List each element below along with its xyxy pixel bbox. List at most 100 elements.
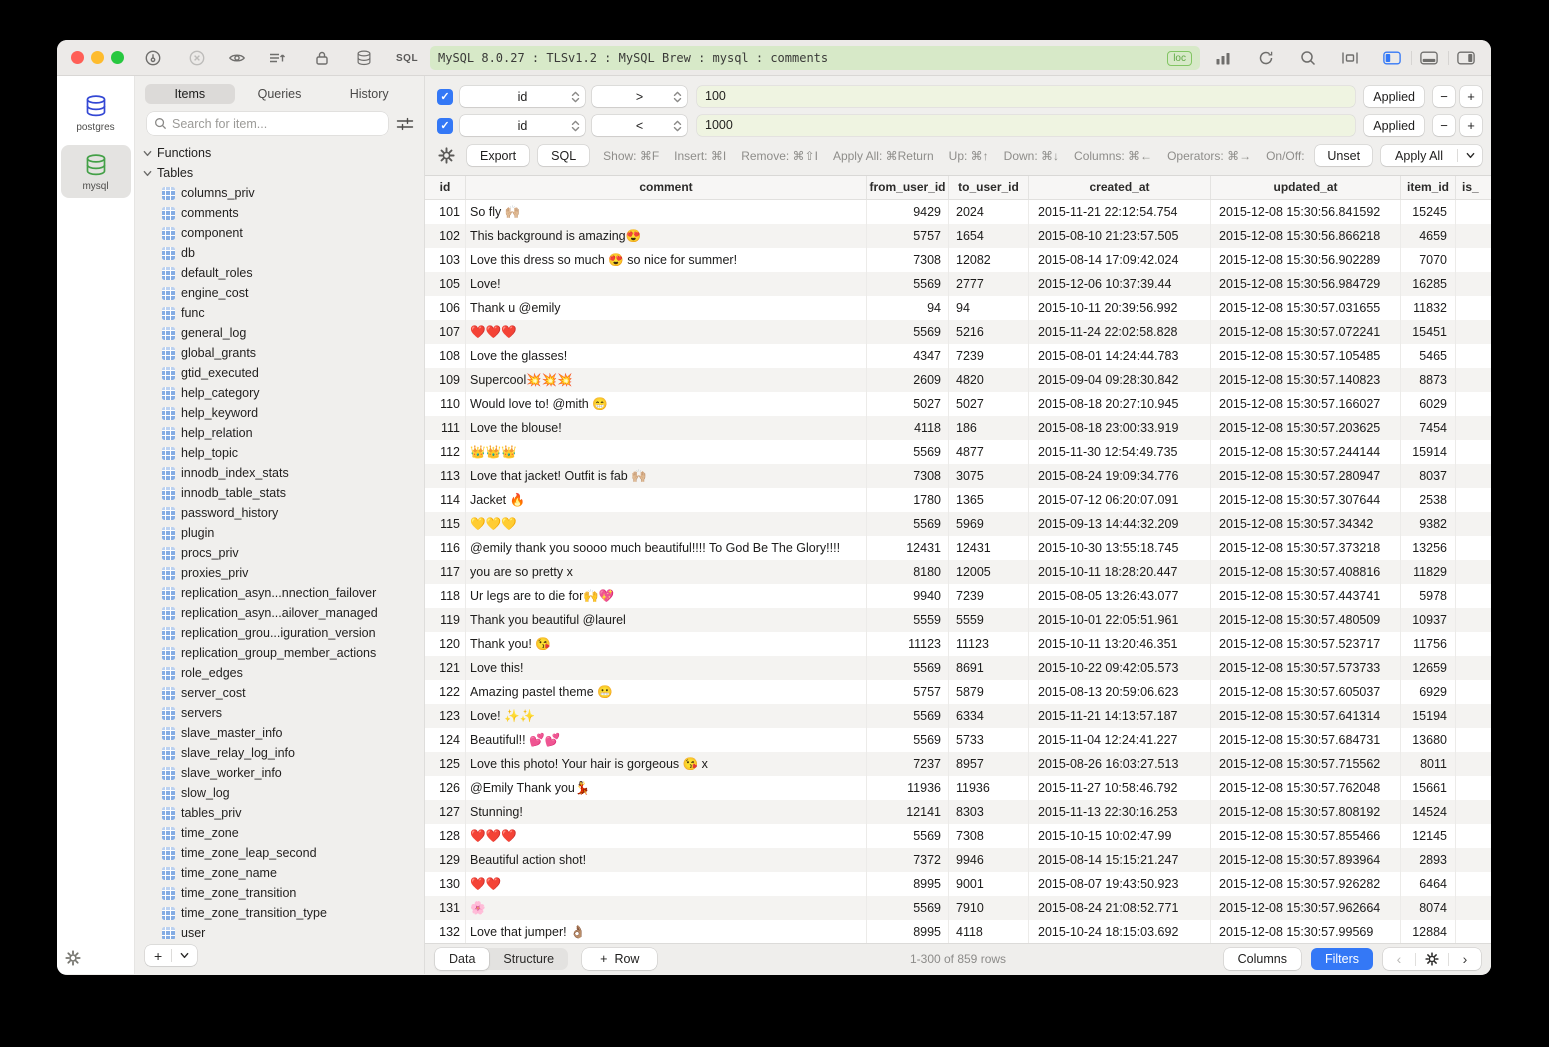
sidebar-item-table[interactable]: gtid_executed xyxy=(135,363,424,383)
cell-from[interactable]: 5569 xyxy=(867,704,949,728)
sidebar-item-table[interactable]: replication_asyn...nnection_failover xyxy=(135,583,424,603)
cell-created[interactable]: 2015-07-12 06:20:07.091 xyxy=(1029,488,1211,512)
cell-updated[interactable]: 2015-12-08 15:30:57.072241 xyxy=(1211,320,1401,344)
column-header-id[interactable]: id xyxy=(425,176,466,199)
cell-id[interactable]: 120 xyxy=(425,632,466,656)
cell-item[interactable]: 8037 xyxy=(1401,464,1456,488)
column-header-is[interactable]: is_ xyxy=(1456,176,1491,199)
table-row[interactable]: 130❤️❤️899590012015-08-07 19:43:50.92320… xyxy=(425,872,1491,896)
sidebar-item-table[interactable]: role_edges xyxy=(135,663,424,683)
cell-comment[interactable]: ❤️❤️❤️ xyxy=(466,824,867,848)
column-header-comment[interactable]: comment xyxy=(466,176,867,199)
filter-enabled-checkbox[interactable]: ✓ xyxy=(437,89,453,105)
chart-icon[interactable] xyxy=(1214,49,1232,67)
sidebar-item-table[interactable]: engine_cost xyxy=(135,283,424,303)
tables-section[interactable]: Tables xyxy=(135,163,424,183)
cell-updated[interactable]: 2015-12-08 15:30:57.307644 xyxy=(1211,488,1401,512)
cell-created[interactable]: 2015-10-11 13:20:46.351 xyxy=(1029,632,1211,656)
cell-updated[interactable]: 2015-12-08 15:30:57.641314 xyxy=(1211,704,1401,728)
cell-to[interactable]: 11123 xyxy=(949,632,1029,656)
cell-from[interactable]: 5569 xyxy=(867,824,949,848)
cell-to[interactable]: 5216 xyxy=(949,320,1029,344)
cell-comment[interactable]: Jacket 🔥 xyxy=(466,488,867,512)
filters-button[interactable]: Filters xyxy=(1311,948,1373,970)
zoom-window-button[interactable] xyxy=(111,51,124,64)
sidebar-item-table[interactable]: db xyxy=(135,243,424,263)
cell-to[interactable]: 12082 xyxy=(949,248,1029,272)
toggle-left-panel-icon[interactable] xyxy=(1383,49,1401,67)
sidebar-item-table[interactable]: component xyxy=(135,223,424,243)
cell-id[interactable]: 108 xyxy=(425,344,466,368)
cell-to[interactable]: 1365 xyxy=(949,488,1029,512)
cell-id[interactable]: 116 xyxy=(425,536,466,560)
cell-updated[interactable]: 2015-12-08 15:30:57.99569 xyxy=(1211,920,1401,943)
cell-created[interactable]: 2015-11-24 22:02:58.828 xyxy=(1029,320,1211,344)
cell-to[interactable]: 7910 xyxy=(949,896,1029,920)
minimize-window-button[interactable] xyxy=(91,51,104,64)
cell-is[interactable] xyxy=(1456,368,1491,392)
add-filter-button[interactable]: + xyxy=(1460,115,1482,136)
cell-comment[interactable]: Amazing pastel theme 😬 xyxy=(466,680,867,704)
cell-id[interactable]: 129 xyxy=(425,848,466,872)
cell-created[interactable]: 2015-08-18 23:00:33.919 xyxy=(1029,416,1211,440)
cell-comment[interactable]: @emily thank you soooo much beautiful!!!… xyxy=(466,536,867,560)
cell-id[interactable]: 112 xyxy=(425,440,466,464)
sidebar-item-table[interactable]: innodb_table_stats xyxy=(135,483,424,503)
sidebar-item-table[interactable]: replication_asyn...ailover_managed xyxy=(135,603,424,623)
cell-from[interactable]: 7308 xyxy=(867,248,949,272)
connection-mysql[interactable]: mysql xyxy=(61,145,131,198)
cell-updated[interactable]: 2015-12-08 15:30:57.762048 xyxy=(1211,776,1401,800)
sidebar-item-table[interactable]: general_log xyxy=(135,323,424,343)
cell-created[interactable]: 2015-08-07 19:43:50.923 xyxy=(1029,872,1211,896)
cell-comment[interactable]: Stunning! xyxy=(466,800,867,824)
cell-created[interactable]: 2015-12-06 10:37:39.44 xyxy=(1029,272,1211,296)
cell-from[interactable]: 8180 xyxy=(867,560,949,584)
sidebar-item-table[interactable]: password_history xyxy=(135,503,424,523)
cell-comment[interactable]: Love! xyxy=(466,272,867,296)
cell-from[interactable]: 5757 xyxy=(867,224,949,248)
cell-id[interactable]: 101 xyxy=(425,200,466,224)
sidebar-item-table[interactable]: user xyxy=(135,923,424,939)
cell-updated[interactable]: 2015-12-08 15:30:57.203625 xyxy=(1211,416,1401,440)
cell-is[interactable] xyxy=(1456,920,1491,943)
cell-item[interactable]: 5978 xyxy=(1401,584,1456,608)
functions-section[interactable]: Functions xyxy=(135,143,424,163)
cell-to[interactable]: 2777 xyxy=(949,272,1029,296)
cell-from[interactable]: 5027 xyxy=(867,392,949,416)
cell-id[interactable]: 109 xyxy=(425,368,466,392)
table-row[interactable]: 115💛💛💛556959692015-09-13 14:44:32.209201… xyxy=(425,512,1491,536)
cell-created[interactable]: 2015-11-30 12:54:49.735 xyxy=(1029,440,1211,464)
cell-updated[interactable]: 2015-12-08 15:30:57.684731 xyxy=(1211,728,1401,752)
cell-created[interactable]: 2015-08-14 15:15:21.247 xyxy=(1029,848,1211,872)
cell-from[interactable]: 1780 xyxy=(867,488,949,512)
cell-to[interactable]: 7239 xyxy=(949,584,1029,608)
cell-comment[interactable]: Love! ✨✨ xyxy=(466,704,867,728)
sidebar-item-table[interactable]: procs_priv xyxy=(135,543,424,563)
cell-comment[interactable]: Thank you! 😘 xyxy=(466,632,867,656)
column-header-item-id[interactable]: item_id xyxy=(1401,176,1456,199)
cell-from[interactable]: 5757 xyxy=(867,680,949,704)
cell-item[interactable]: 15451 xyxy=(1401,320,1456,344)
cell-id[interactable]: 126 xyxy=(425,776,466,800)
cell-is[interactable] xyxy=(1456,632,1491,656)
cell-is[interactable] xyxy=(1456,680,1491,704)
cell-created[interactable]: 2015-11-04 12:24:41.227 xyxy=(1029,728,1211,752)
table-row[interactable]: 109Supercool💥💥💥260948202015-09-04 09:28:… xyxy=(425,368,1491,392)
cell-from[interactable]: 5569 xyxy=(867,512,949,536)
cell-item[interactable]: 11832 xyxy=(1401,296,1456,320)
cell-to[interactable]: 5733 xyxy=(949,728,1029,752)
table-row[interactable]: 102This background is amazing😍5757165420… xyxy=(425,224,1491,248)
cell-comment[interactable]: Thank you beautiful @laurel xyxy=(466,608,867,632)
cell-updated[interactable]: 2015-12-08 15:30:57.808192 xyxy=(1211,800,1401,824)
tab-queries[interactable]: Queries xyxy=(235,84,325,104)
cell-comment[interactable]: Would love to! @mith 😁 xyxy=(466,392,867,416)
column-header-updated-at[interactable]: updated_at xyxy=(1211,176,1401,199)
filter-applied-button[interactable]: Applied xyxy=(1364,86,1424,107)
sidebar-item-table[interactable]: time_zone_transition xyxy=(135,883,424,903)
filter-operator-select[interactable]: > xyxy=(592,86,687,107)
cell-is[interactable] xyxy=(1456,248,1491,272)
sidebar-item-table[interactable]: time_zone_name xyxy=(135,863,424,883)
cell-item[interactable]: 4659 xyxy=(1401,224,1456,248)
table-row[interactable]: 128❤️❤️❤️556973082015-10-15 10:02:47.992… xyxy=(425,824,1491,848)
add-filter-button[interactable]: + xyxy=(1460,86,1482,107)
